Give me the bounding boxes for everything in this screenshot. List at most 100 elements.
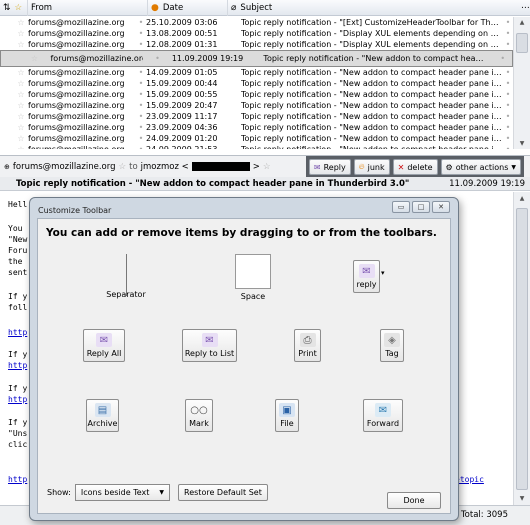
scroll-up-icon[interactable]: ▲ — [514, 19, 530, 26]
message-row[interactable]: ☆ forums@mozillazine.org • 15.09.2009 00:44… — [0, 78, 513, 89]
message-date: 24.09.2009 21:53 — [146, 145, 241, 149]
date-column-header[interactable]: ● Date — [148, 0, 228, 16]
message-row[interactable]: ☆ forums@mozillazine.org • 24.09.2009 01:20… — [0, 133, 513, 144]
junk-status-icon[interactable]: • — [498, 54, 507, 63]
message-body-scrollbar[interactable]: ▲ ▼ — [513, 192, 530, 505]
column-picker-icon[interactable]: ⋯ — [518, 0, 530, 16]
star-icon[interactable]: ☆ — [14, 90, 28, 99]
other-actions-button[interactable]: ⚙ other actions ▼ — [440, 159, 521, 175]
message-date: 24.09.2009 01:20 — [146, 134, 218, 143]
reply-button[interactable]: ✉ Reply — [308, 159, 351, 175]
junk-status-icon[interactable]: • — [503, 40, 513, 49]
message-row[interactable]: ☆ forums@mozillazine.org • 15.09.2009 00:55… — [0, 89, 513, 100]
reply-to-list-item[interactable]: ✉ Reply to List — [182, 329, 237, 362]
done-button[interactable]: Done — [387, 492, 441, 509]
junk-status-icon[interactable]: • — [503, 123, 513, 132]
star-icon[interactable]: ☆ — [14, 101, 28, 110]
delete-button[interactable]: ✕ delete — [392, 159, 438, 175]
scroll-up-icon[interactable]: ▲ — [514, 195, 530, 202]
body-link-fragment[interactable]: etopic — [455, 475, 484, 484]
minimize-icon[interactable]: ▭ — [392, 201, 410, 213]
from-star-icon[interactable]: ☆ — [118, 162, 126, 172]
message-row[interactable]: ☆ forums@mozillazine.org • 25.10.2009 03:06… — [0, 17, 513, 28]
star-icon[interactable]: ☆ — [14, 134, 28, 143]
message-subject: Topic reply notification - "New addon to… — [241, 79, 503, 88]
read-status-icon[interactable]: • — [136, 134, 146, 143]
archive-item[interactable]: ▤ Archive — [86, 399, 119, 432]
body-link[interactable]: http — [8, 475, 27, 484]
message-row[interactable]: ☆ forums@mozillazine.org • 11.09.2009 19:19… — [0, 50, 513, 67]
junk-button[interactable]: 🔥︎ junk — [353, 159, 390, 175]
star-icon[interactable]: ☆ — [14, 145, 28, 149]
subject-column-header[interactable]: ⌀ Subject — [228, 0, 518, 16]
message-row[interactable]: ☆forums@mozillazine.org•24.09.2009 21:53… — [0, 144, 513, 149]
star-icon[interactable]: ☆ — [14, 29, 28, 38]
message-subject: Topic reply notification - "New addon to… — [241, 145, 503, 149]
mark-item[interactable]: ○○ Mark — [185, 399, 213, 432]
message-from: forums@mozillazine.org — [28, 90, 125, 99]
read-status-icon[interactable]: • — [136, 68, 146, 77]
space-item[interactable]: Space — [223, 292, 283, 301]
message-list-scrollbar[interactable]: ▲ ▼ — [513, 17, 530, 149]
reply-dropdown-icon[interactable]: ▾ — [381, 269, 385, 277]
message-row[interactable]: ☆ forums@mozillazine.org • 15.09.2009 20:47… — [0, 100, 513, 111]
print-item[interactable]: ⎙ Print — [294, 329, 321, 362]
junk-status-icon[interactable]: • — [503, 79, 513, 88]
reply-all-item[interactable]: ✉ Reply All — [83, 329, 125, 362]
message-subject: Topic reply notification - "New addon to… — [241, 101, 503, 110]
read-status-icon[interactable]: • — [136, 145, 146, 149]
from-column-header[interactable]: From — [28, 0, 148, 16]
body-link[interactable]: http — [8, 395, 27, 404]
message-row[interactable]: ☆ forums@mozillazine.org • 23.09.2009 11:17… — [0, 111, 513, 122]
junk-status-icon[interactable]: • — [503, 68, 513, 77]
reply-item[interactable]: ✉ reply — [353, 260, 380, 293]
to-star-icon[interactable]: ☆ — [263, 162, 271, 172]
read-status-icon[interactable]: • — [136, 29, 146, 38]
message-row[interactable]: ☆ forums@mozillazine.org • 14.09.2009 01:05… — [0, 67, 513, 78]
read-status-icon[interactable]: • — [136, 18, 146, 27]
read-status-icon[interactable]: • — [136, 101, 146, 110]
read-status-icon[interactable]: • — [136, 40, 146, 49]
forward-item[interactable]: ✉ Forward — [363, 399, 403, 432]
scroll-thumb[interactable] — [516, 208, 528, 490]
separator-item[interactable]: Separator — [96, 290, 156, 299]
expand-header-icon[interactable]: ⊕ — [4, 163, 10, 171]
close-icon[interactable]: ✕ — [432, 201, 450, 213]
junk-status-icon[interactable]: • — [503, 134, 513, 143]
read-status-icon[interactable]: • — [136, 79, 146, 88]
star-icon[interactable]: ☆ — [14, 40, 28, 49]
message-row[interactable]: ☆ forums@mozillazine.org • 12.08.2009 01:31… — [0, 39, 513, 50]
junk-status-icon[interactable]: • — [503, 90, 513, 99]
scroll-down-icon[interactable]: ▼ — [514, 140, 530, 147]
read-status-icon[interactable]: • — [136, 90, 146, 99]
junk-status-icon[interactable]: • — [503, 101, 513, 110]
maximize-icon[interactable]: □ — [412, 201, 430, 213]
message-row[interactable]: ☆ forums@mozillazine.org • 13.08.2009 00:51… — [0, 28, 513, 39]
star-icon[interactable]: ☆ — [14, 79, 28, 88]
read-status-icon[interactable]: • — [136, 112, 146, 121]
star-icon[interactable]: ☆ — [14, 18, 28, 27]
tag-item[interactable]: ◈ Tag — [380, 329, 404, 362]
space-item-icon[interactable] — [235, 254, 271, 289]
restore-default-set-button[interactable]: Restore Default Set — [178, 484, 268, 501]
message-row[interactable]: ☆ forums@mozillazine.org • 23.09.2009 04:36… — [0, 122, 513, 133]
scroll-thumb[interactable] — [516, 33, 528, 53]
star-icon[interactable]: ☆ — [14, 68, 28, 77]
star-icon[interactable]: ☆ — [14, 123, 28, 132]
star-icon[interactable]: ☆ — [28, 54, 40, 63]
thread-column-header[interactable]: ⇅ ☆ — [0, 0, 28, 16]
star-icon[interactable]: ☆ — [14, 112, 28, 121]
body-link[interactable]: http — [8, 361, 27, 370]
junk-status-icon[interactable]: • — [503, 145, 513, 149]
junk-status-icon[interactable]: • — [503, 112, 513, 121]
read-status-icon[interactable]: • — [136, 123, 146, 132]
header-from[interactable]: forums@mozillazine.org — [13, 162, 116, 172]
junk-status-icon[interactable]: • — [503, 18, 513, 27]
header-to[interactable]: jmozmoz < — [141, 162, 189, 172]
file-item[interactable]: ▣ File — [275, 399, 299, 432]
junk-status-icon[interactable]: • — [503, 29, 513, 38]
read-status-icon[interactable]: • — [153, 54, 162, 63]
show-mode-select[interactable]: Icons beside Text ▼ — [74, 484, 171, 501]
body-link[interactable]: http — [8, 328, 27, 337]
scroll-down-icon[interactable]: ▼ — [514, 495, 530, 502]
